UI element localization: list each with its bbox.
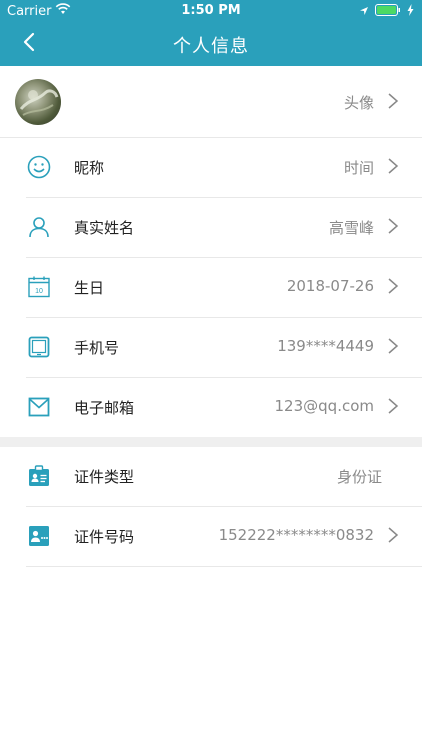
chevron-right-icon xyxy=(386,215,400,237)
nickname-row[interactable]: 昵称 时间 xyxy=(26,138,422,198)
chevron-right-icon xyxy=(386,275,400,297)
avatar-value: 头像 xyxy=(343,94,374,112)
status-right xyxy=(359,4,414,20)
birthday-label: 生日 xyxy=(74,279,105,297)
email-value: 123@qq.com xyxy=(274,397,374,415)
nav-bar: 个人信息 xyxy=(0,22,422,66)
id-number-value: 152222********0832 xyxy=(218,526,374,544)
section-divider xyxy=(0,437,422,447)
id-type-row[interactable]: 证件类型 身份证 xyxy=(26,447,422,507)
calendar-icon: 10 xyxy=(26,274,52,300)
calendar-day: 10 xyxy=(35,288,43,295)
email-label: 电子邮箱 xyxy=(74,399,135,417)
phone-value: 139****4449 xyxy=(277,337,374,355)
id-type-value: 身份证 xyxy=(336,468,382,486)
phone-label: 手机号 xyxy=(74,339,120,357)
birthday-row[interactable]: 10 生日 2018-07-26 xyxy=(26,258,422,318)
id-number-row[interactable]: 证件号码 152222********0832 xyxy=(26,507,422,567)
person-icon xyxy=(26,214,52,240)
avatar-row[interactable]: 头像 xyxy=(0,66,422,138)
app-header: Carrier 1:50 PM 个人信息 xyxy=(0,0,422,66)
battery-icon xyxy=(375,4,401,20)
phone-icon xyxy=(26,334,52,360)
id-badge-icon xyxy=(26,463,52,489)
nickname-label: 昵称 xyxy=(74,159,105,177)
phone-row[interactable]: 手机号 139****4449 xyxy=(26,318,422,378)
id-type-label: 证件类型 xyxy=(74,468,135,486)
real-name-value: 高雪峰 xyxy=(328,219,374,237)
chevron-right-icon xyxy=(386,335,400,357)
id-card-icon xyxy=(26,523,52,549)
birthday-value: 2018-07-26 xyxy=(286,277,374,295)
chevron-right-icon xyxy=(386,90,400,112)
charging-icon xyxy=(407,4,414,20)
smile-icon xyxy=(26,154,52,180)
profile-list: 头像 昵称 时间 真实姓名 高雪峰 10 生日 2018-07-26 手机号 1… xyxy=(0,66,422,567)
id-number-label: 证件号码 xyxy=(74,528,135,546)
location-arrow-icon xyxy=(359,5,369,20)
page-title: 个人信息 xyxy=(173,36,249,57)
chevron-right-icon xyxy=(386,155,400,177)
email-row[interactable]: 电子邮箱 123@qq.com xyxy=(26,378,422,437)
nickname-value: 时间 xyxy=(343,159,374,177)
avatar[interactable] xyxy=(15,79,61,125)
real-name-row[interactable]: 真实姓名 高雪峰 xyxy=(26,198,422,258)
mail-icon xyxy=(26,394,52,420)
real-name-label: 真实姓名 xyxy=(74,219,135,237)
status-bar: Carrier 1:50 PM xyxy=(0,0,422,22)
chevron-right-icon xyxy=(386,395,400,417)
chevron-right-icon xyxy=(386,524,400,546)
